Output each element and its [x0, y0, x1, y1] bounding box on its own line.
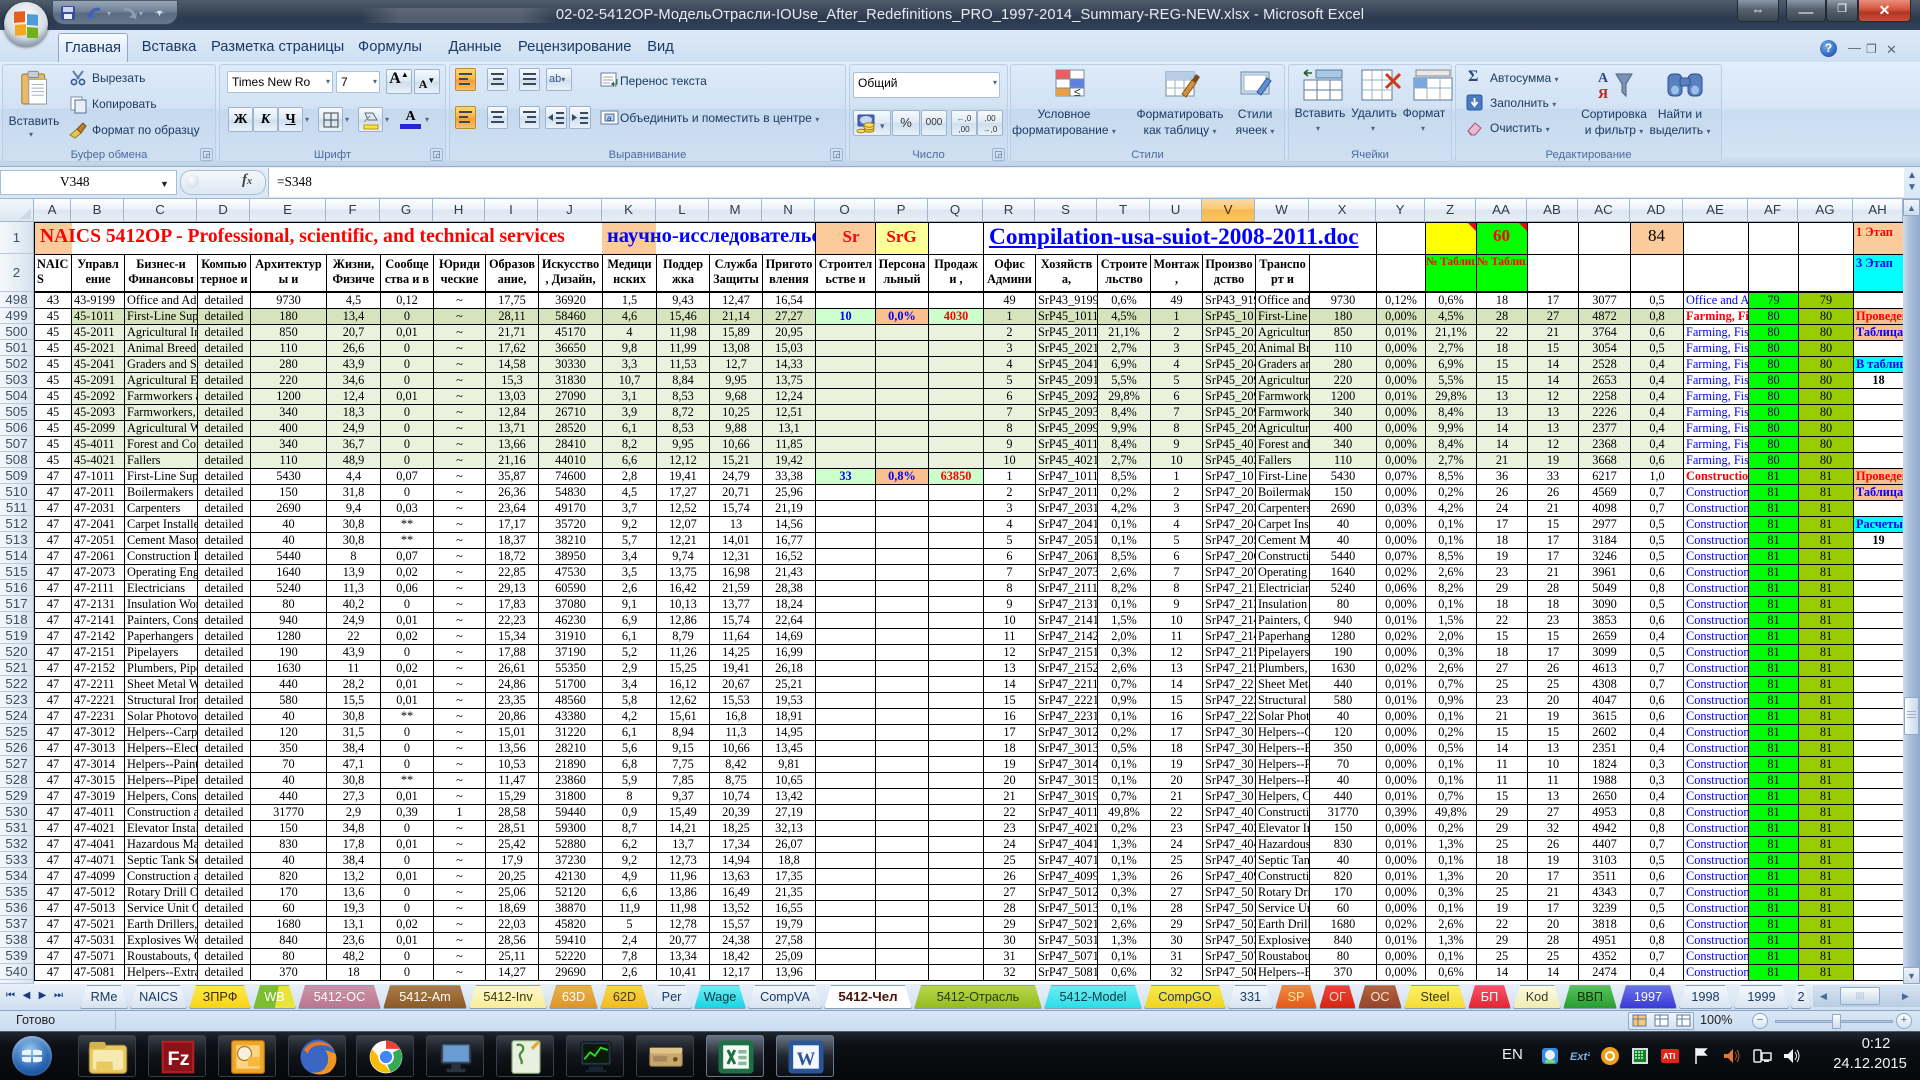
svg-text:a: a [607, 114, 612, 123]
svg-text:Fz: Fz [168, 1048, 190, 1070]
svg-text:W: W [797, 1049, 816, 1070]
svg-text:Я: Я [1598, 87, 1608, 102]
svg-text:≤: ≤ [1074, 85, 1081, 99]
svg-text:ATI: ATI [1663, 1052, 1675, 1061]
svg-text:А: А [1598, 71, 1609, 86]
svg-text:▾: ▾ [880, 121, 885, 131]
svg-text:Ext²: Ext² [1570, 1051, 1590, 1063]
